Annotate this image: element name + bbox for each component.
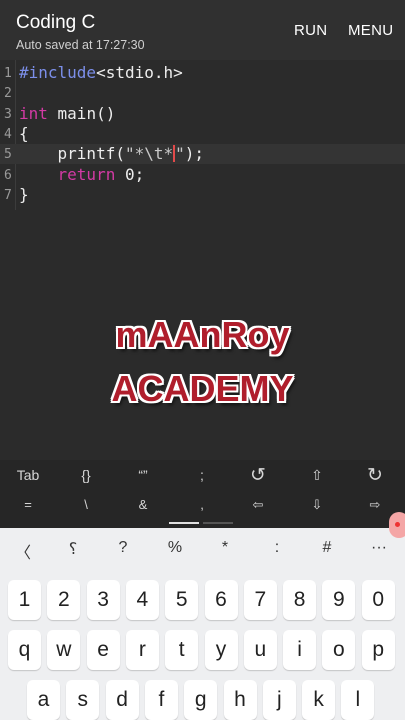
code-line[interactable]: 6 return 0; <box>0 165 405 185</box>
line-number: 1 <box>4 66 12 81</box>
key-3[interactable]: 3 <box>86 580 120 620</box>
code-line[interactable]: 1 #include<stdio.h> <box>0 63 405 83</box>
colon-key[interactable]: : <box>262 539 292 557</box>
autosave-status: Auto saved at 17:27:30 <box>16 38 145 52</box>
key-7[interactable]: 7 <box>243 580 277 620</box>
key-2[interactable]: 2 <box>47 580 81 620</box>
code-token: ); <box>184 144 205 164</box>
code-text[interactable]: { <box>19 124 29 144</box>
code-line[interactable]: 2 <box>0 83 405 103</box>
watermark-line-1: mAAnRoy <box>115 314 290 355</box>
code-line[interactable]: 4{ <box>0 124 405 144</box>
menu-button[interactable]: MENU <box>348 22 393 39</box>
line-number: 2 <box>4 86 12 102</box>
question-key[interactable]: ? <box>108 539 138 557</box>
floating-bubble-icon[interactable] <box>389 512 405 538</box>
key-e[interactable]: e <box>86 630 120 670</box>
key-j[interactable]: j <box>262 680 296 720</box>
asterisk-key[interactable]: * <box>210 539 240 557</box>
more-options-icon[interactable]: ··· <box>364 539 394 557</box>
string-token: "*\t* <box>124 144 174 164</box>
ampersand-key[interactable]: & <box>123 497 163 517</box>
page-indicator-active <box>169 522 199 524</box>
keyword-token: return <box>57 164 116 184</box>
code-text[interactable]: return 0; <box>19 164 145 185</box>
equals-key[interactable]: = <box>8 497 48 517</box>
key-d[interactable]: d <box>105 680 139 720</box>
keyword-token: int <box>19 103 48 123</box>
page-indicator <box>203 522 233 524</box>
key-u[interactable]: u <box>243 630 277 670</box>
arrow-down-icon[interactable]: ⇩ <box>297 497 337 517</box>
code-line[interactable]: 3 int main() <box>0 104 405 124</box>
braces-key[interactable]: {} <box>66 467 106 487</box>
undo-icon[interactable]: ↺ <box>238 464 278 486</box>
code-token: <stdio.h> <box>96 63 183 82</box>
code-token: { <box>19 123 29 143</box>
keyboard-collapse-icon[interactable]: 〈 <box>8 539 38 563</box>
keyboard-symbol-bar: 〈 ؟?% *: # ··· <box>0 528 405 572</box>
key-4[interactable]: 4 <box>125 580 159 620</box>
key-1[interactable]: 1 <box>8 580 41 620</box>
key-r[interactable]: r <box>125 630 159 670</box>
key-t[interactable]: t <box>165 630 199 670</box>
quotes-key[interactable]: “” <box>123 467 163 487</box>
key-0[interactable]: 0 <box>361 580 395 620</box>
hash-key[interactable]: # <box>312 539 342 557</box>
shift-up-icon[interactable]: ⇧ <box>297 467 337 487</box>
line-number: 4 <box>4 126 12 142</box>
line-number: 5 <box>4 147 12 163</box>
key-6[interactable]: 6 <box>204 580 238 620</box>
code-line[interactable]: 5 printf("*\t* "); <box>0 144 405 165</box>
key-8[interactable]: 8 <box>283 580 317 620</box>
arrow-left-icon[interactable]: ⇦ <box>238 497 278 517</box>
run-button[interactable]: RUN <box>294 22 327 39</box>
backslash-key[interactable]: \ <box>66 497 106 517</box>
code-token: 0; <box>115 164 145 184</box>
percent-key[interactable]: % <box>160 539 190 557</box>
key-5[interactable]: 5 <box>165 580 199 620</box>
string-token: " <box>175 144 185 164</box>
key-y[interactable]: y <box>204 630 238 670</box>
key-p[interactable]: p <box>361 630 395 670</box>
watermark-line-2: ACADEMY <box>111 368 294 409</box>
arabic-question-key[interactable]: ؟ <box>58 539 88 559</box>
preprocessor-token: #include <box>19 63 97 82</box>
key-o[interactable]: o <box>322 630 356 670</box>
key-s[interactable]: s <box>66 680 100 720</box>
key-k[interactable]: k <box>302 680 336 720</box>
comma-key[interactable]: , <box>182 497 222 517</box>
semicolon-key[interactable]: ; <box>182 467 222 487</box>
code-text[interactable]: #include<stdio.h> <box>19 63 183 83</box>
code-token: main() <box>47 103 116 123</box>
key-f[interactable]: f <box>144 680 178 720</box>
key-9[interactable]: 9 <box>322 580 356 620</box>
key-q[interactable]: q <box>8 630 41 670</box>
key-a[interactable]: a <box>27 680 60 720</box>
line-number: 3 <box>4 106 12 122</box>
app-bar: Coding C Auto saved at 17:27:30 RUN MENU <box>0 0 405 60</box>
key-g[interactable]: g <box>184 680 218 720</box>
code-text[interactable]: } <box>19 185 29 205</box>
redo-icon[interactable]: ↻ <box>355 464 395 486</box>
code-text[interactable]: int main() <box>19 104 115 124</box>
arrow-right-icon[interactable]: ⇨ <box>355 497 395 517</box>
line-number: 7 <box>4 187 12 203</box>
key-i[interactable]: i <box>283 630 317 670</box>
page-title: Coding C <box>16 12 96 33</box>
line-number: 6 <box>4 167 12 183</box>
code-text[interactable]: printf("*\t* "); <box>19 144 205 164</box>
extra-keys-bar: Tab {} “”; ↺ ⇧ ↻ = \ &, ⇦ ⇩ ⇨ <box>0 460 405 528</box>
code-token: } <box>19 184 29 204</box>
key-h[interactable]: h <box>223 680 257 720</box>
code-line[interactable]: 7} <box>0 185 405 205</box>
tab-key[interactable]: Tab <box>8 467 48 487</box>
key-l[interactable]: l <box>341 680 375 720</box>
code-token: printf( <box>19 144 125 164</box>
soft-keyboard: 〈 ؟?% *: # ··· 1234567890 qwertyuiop asdfghjkl <box>0 528 405 720</box>
key-w[interactable]: w <box>47 630 81 670</box>
